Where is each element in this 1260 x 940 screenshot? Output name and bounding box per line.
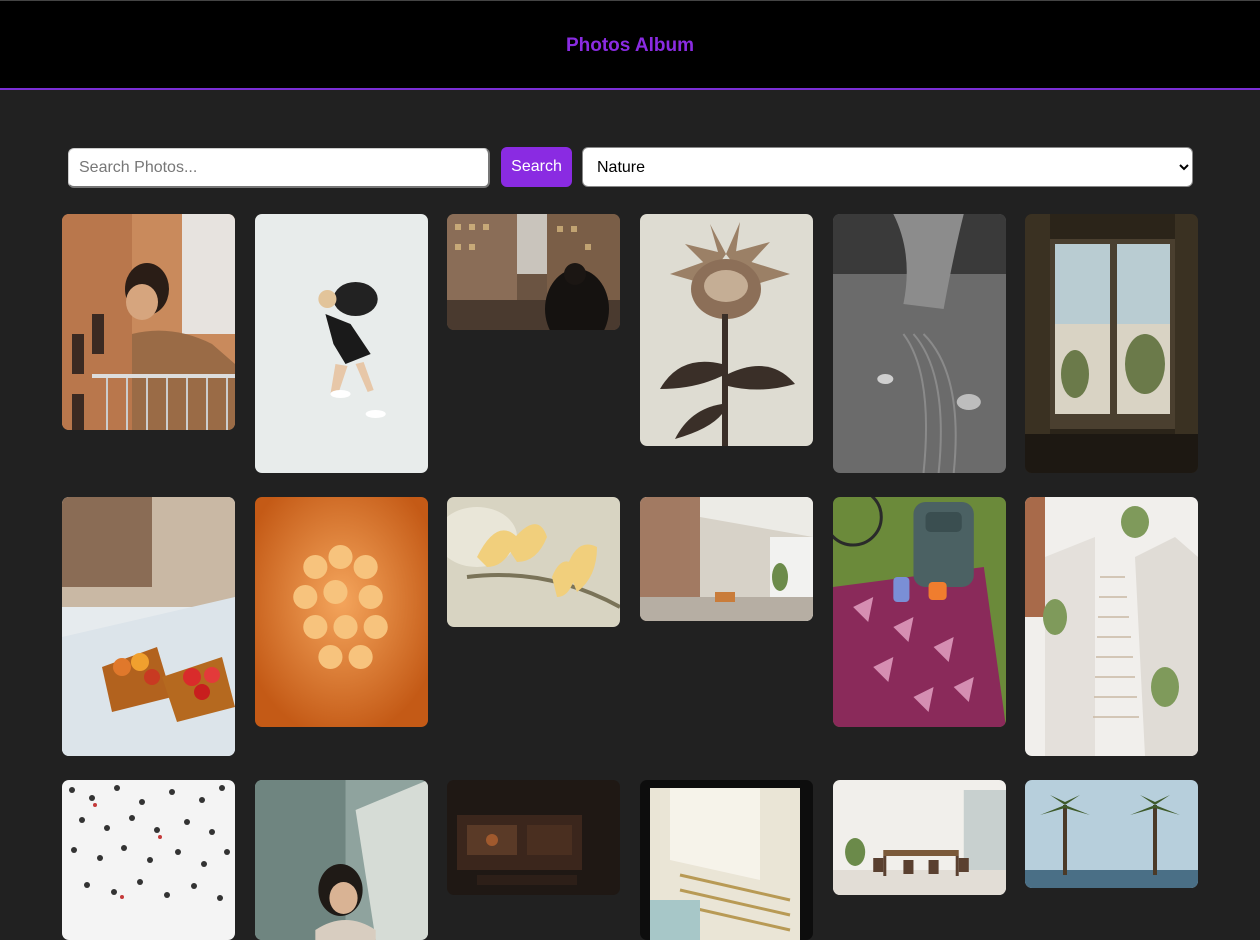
photo-orange-abstract[interactable]: [255, 497, 428, 727]
photo-city-street[interactable]: [447, 214, 620, 330]
category-select[interactable]: Nature: [582, 147, 1193, 187]
page-title: Photos Album: [565, 35, 695, 56]
app-header: Photos Album: [0, 0, 1260, 90]
photo-man-balcony[interactable]: [62, 214, 235, 430]
photo-woman-sandbag[interactable]: [255, 214, 428, 473]
search-button[interactable]: Search: [501, 147, 572, 187]
photo-magnolia[interactable]: [447, 497, 620, 627]
photo-dark-panel[interactable]: [447, 780, 620, 895]
photo-hand-sand[interactable]: [833, 214, 1006, 473]
photo-crowd-above[interactable]: [62, 780, 235, 940]
photo-loft-interior[interactable]: [640, 497, 813, 621]
photo-window-view[interactable]: [1025, 214, 1198, 473]
photo-palm-trees[interactable]: [1025, 780, 1198, 888]
photo-fruit-tarts[interactable]: [62, 497, 235, 756]
search-input[interactable]: [68, 148, 490, 188]
photo-dining-room[interactable]: [833, 780, 1006, 895]
photo-film-frame[interactable]: [640, 780, 813, 940]
photo-white-stairway[interactable]: [1025, 497, 1198, 756]
photo-woman-window[interactable]: [255, 780, 428, 940]
photo-picnic-backpack[interactable]: [833, 497, 1006, 727]
photo-protea-flower[interactable]: [640, 214, 813, 446]
